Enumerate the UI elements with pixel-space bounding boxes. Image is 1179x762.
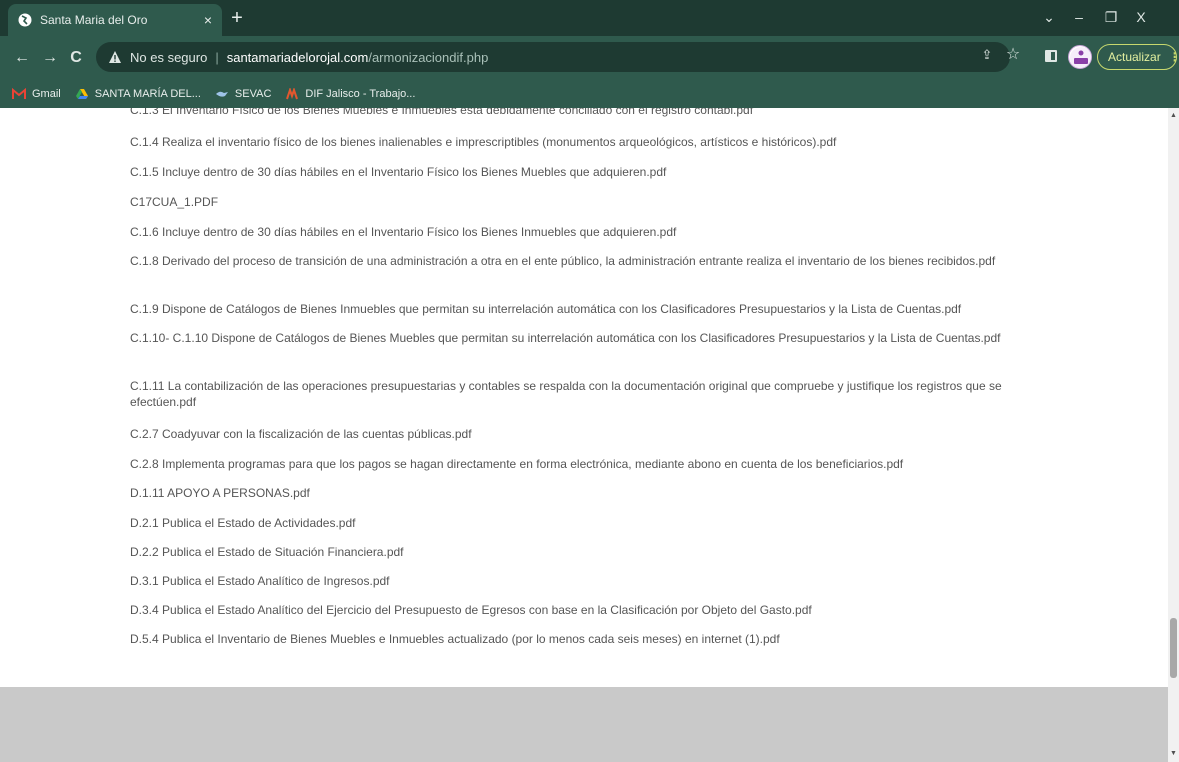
gmail-icon [12,88,26,99]
profile-avatar[interactable] [1068,45,1092,69]
document-link[interactable]: C.2.7 Coadyuvar con la fiscalización de … [130,426,1070,442]
close-window-button[interactable]: X [1130,6,1152,28]
document-link[interactable]: C.1.4 Realiza el inventario físico de lo… [130,134,1070,150]
address-bar[interactable]: No es seguro | santamariadelorojal.com /… [96,42,1010,72]
tab-search-icon[interactable]: ⌄ [1038,6,1060,28]
document-link[interactable]: D.2.1 Publica el Estado de Actividades.p… [130,515,1070,531]
warning-icon [109,51,121,63]
bookmark-label: Gmail [32,88,61,100]
new-tab-button[interactable]: + [226,8,248,30]
dif-logo-icon [1070,47,1091,68]
document-link[interactable]: C17CUA_1.PDF [130,194,1070,210]
close-tab-icon[interactable]: × [204,12,212,28]
document-link[interactable]: D.2.2 Publica el Estado de Situación Fin… [130,544,1070,560]
update-button-label: Actualizar [1108,50,1161,64]
back-button[interactable]: ← [12,48,32,68]
document-link[interactable]: D.3.1 Publica el Estado Analítico de Ing… [130,573,1070,589]
title-bar: Santa Maria del Oro × + ⌄ – ❐ X [0,0,1179,36]
bookmarks-bar: Gmail SANTA MARÍA DEL... SEVAC DIF Jalis… [0,80,1179,108]
address-domain: santamariadelorojal.com [226,49,369,65]
globe-icon [18,13,32,27]
scroll-up-arrow-icon[interactable]: ▲ [1168,110,1179,122]
document-link[interactable]: C.1.8 Derivado del proceso de transición… [130,253,1070,269]
document-link[interactable]: D.1.11 APOYO A PERSONAS.pdf [130,485,1070,501]
security-label: No es seguro [130,49,208,65]
reload-button[interactable]: C [66,48,86,68]
scrollbar-thumb[interactable] [1170,618,1177,678]
page-content: C.1.3 El Inventario Físico de los Bienes… [0,108,1168,762]
document-link[interactable]: C.1.6 Incluye dentro de 30 días hábiles … [130,224,1070,240]
bookmark-label: SANTA MARÍA DEL... [94,88,201,100]
address-separator: | [215,49,219,65]
address-path: /armonizaciondif.php [368,49,489,65]
document-link[interactable]: C.1.10- C.1.10 Dispone de Catálogos de B… [130,330,1070,346]
document-link[interactable]: C.1.5 Incluye dentro de 30 días hábiles … [130,164,1070,180]
document-link[interactable]: D.5.4 Publica el Inventario de Bienes Mu… [130,631,1070,647]
bookmark-star-icon[interactable]: ☆ [1004,46,1022,64]
share-icon[interactable]: ⇪ [978,46,996,64]
browser-tab[interactable]: Santa Maria del Oro × [8,4,222,36]
document-link[interactable]: D.3.4 Publica el Estado Analítico del Ej… [130,602,1070,618]
page-scrollbar[interactable]: ▲ ▼ [1168,108,1179,762]
update-button[interactable]: Actualizar ⋮ [1097,44,1179,70]
tab-title: Santa Maria del Oro [40,13,148,27]
restore-button[interactable]: ❐ [1100,6,1122,28]
forward-button[interactable]: → [40,48,60,68]
scroll-down-arrow-icon[interactable]: ▼ [1168,748,1179,760]
minimize-button[interactable]: – [1068,6,1090,28]
drive-icon [75,89,88,99]
browser-toolbar: ← → C No es seguro | santamariadelorojal… [0,36,1179,80]
bookmark-dif-jalisco[interactable]: DIF Jalisco - Trabajo... [285,88,415,100]
document-link[interactable]: C.2.8 Implementa programas para que los … [130,456,1070,472]
bookmark-sevac[interactable]: SEVAC [215,88,271,100]
bookmark-label: DIF Jalisco - Trabajo... [305,88,416,100]
document-link[interactable]: C.1.9 Dispone de Catálogos de Bienes Inm… [130,301,1070,317]
sevac-icon [215,91,228,97]
dif-icon [286,88,299,100]
document-link[interactable]: C.1.11 La contabilización de las operaci… [130,378,1070,410]
document-link[interactable]: C.1.3 El Inventario Físico de los Bienes… [130,108,1070,118]
page-footer [0,687,1168,762]
side-panel-icon[interactable] [1045,50,1057,62]
bookmark-santa-maria[interactable]: SANTA MARÍA DEL... [75,88,201,100]
bookmark-gmail[interactable]: Gmail [12,88,61,100]
menu-icon: ⋮ [1168,50,1179,64]
bookmark-label: SEVAC [234,88,272,100]
